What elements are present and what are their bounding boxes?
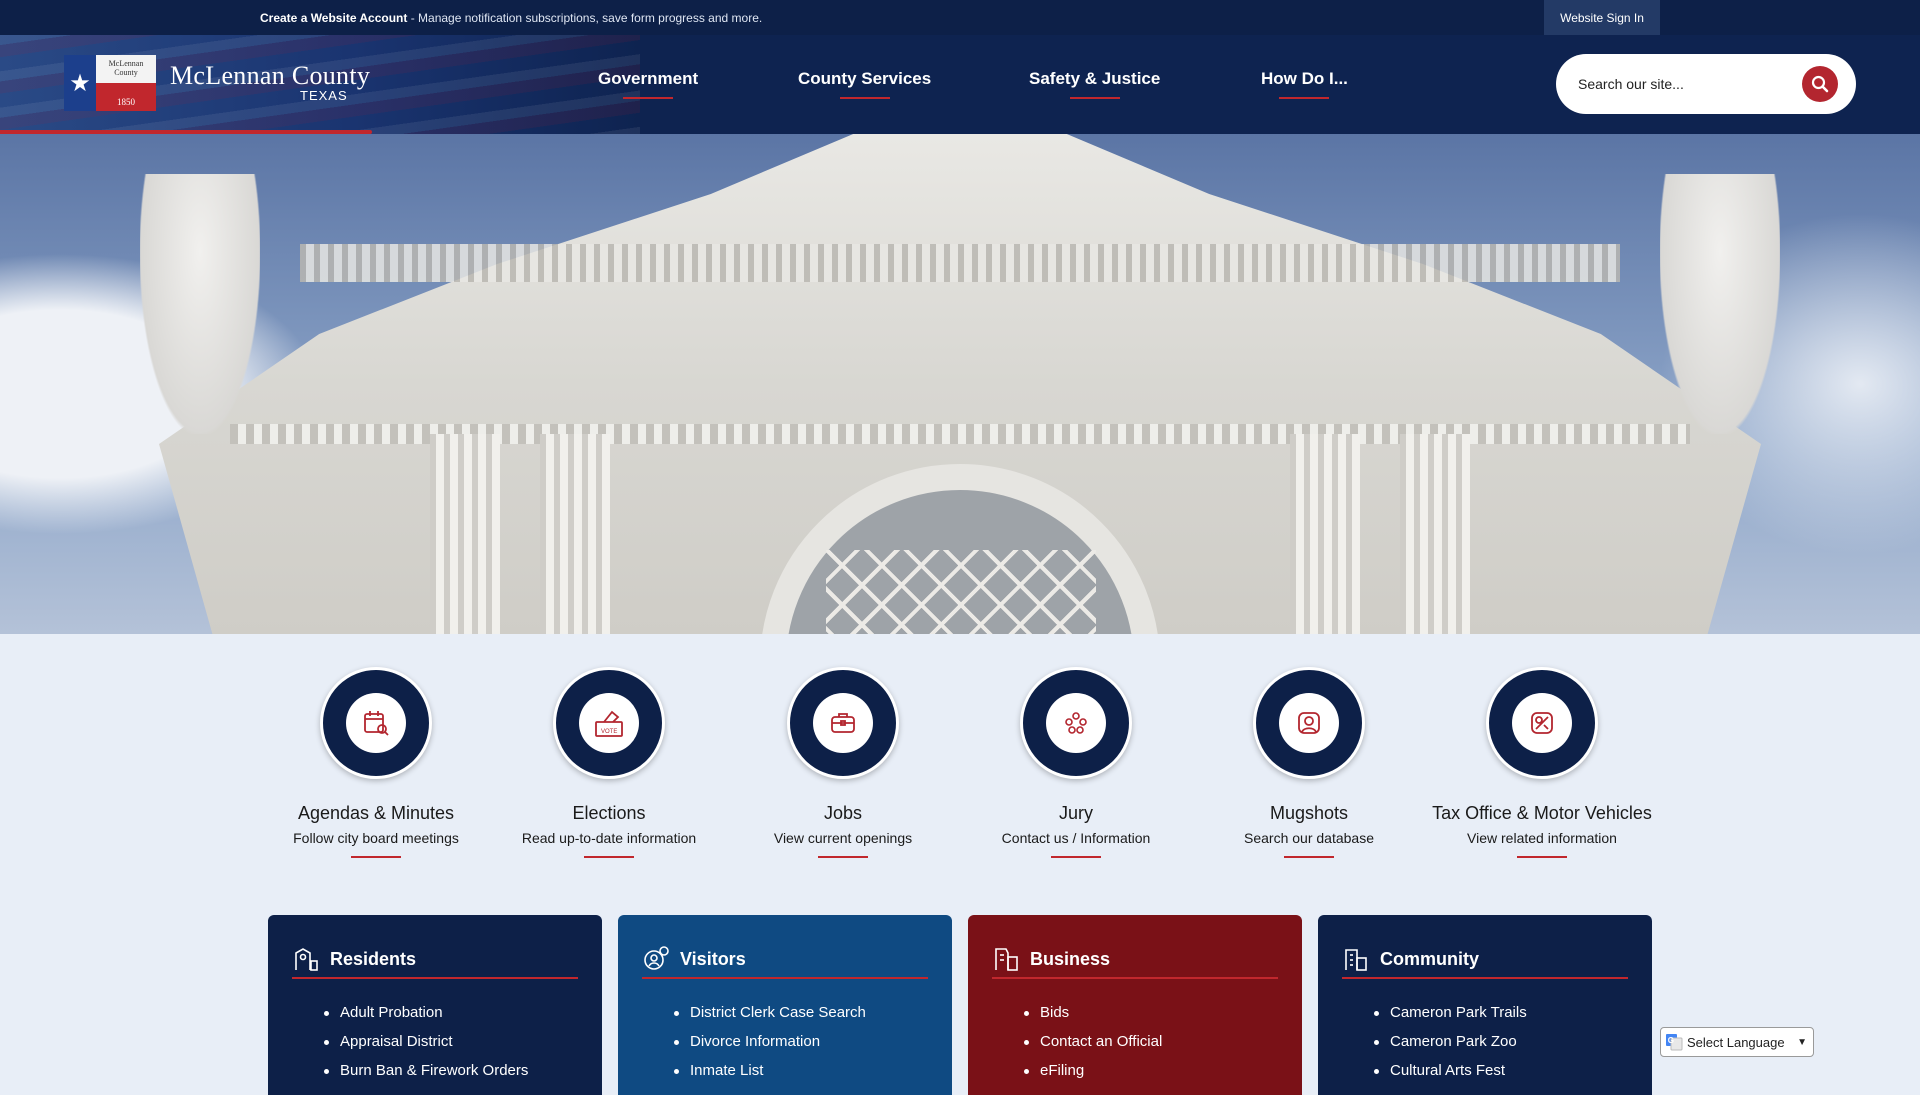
quick-link-elections[interactable]: VOTE Elections Read up-to-date informati… — [499, 667, 719, 858]
eagle-statue-left — [140, 174, 260, 434]
card-link[interactable]: Cameron Park Zoo — [1374, 1027, 1527, 1056]
quick-link-jobs[interactable]: Jobs View current openings — [733, 667, 953, 858]
quick-link-mugshots[interactable]: Mugshots Search our database — [1199, 667, 1419, 858]
site-header: ★ McLennan County 1850 McLennan County T… — [0, 35, 1920, 134]
card-visitors: Visitors District Clerk Case Search Divo… — [618, 915, 952, 1095]
site-subtitle: TEXAS — [300, 88, 348, 103]
card-links: Adult Probation Appraisal District Burn … — [323, 998, 528, 1085]
hero-image-courthouse — [0, 134, 1920, 634]
quick-link-title: Tax Office & Motor Vehicles — [1432, 803, 1652, 823]
quick-link-title: Mugshots — [1269, 803, 1349, 823]
card-link[interactable]: Adult Probation — [323, 998, 528, 1027]
chevron-down-icon: ▼ — [1797, 1037, 1807, 1048]
card-title[interactable]: Residents — [330, 949, 416, 970]
quick-link-title: Jobs — [823, 803, 863, 823]
card-title[interactable]: Community — [1380, 949, 1479, 970]
quick-link-title: Elections — [572, 803, 646, 823]
account-notice-text: - Manage notification subscriptions, sav… — [407, 11, 763, 25]
card-link[interactable]: Cultural Arts Fest — [1374, 1056, 1527, 1085]
quick-link-subtitle: Contact us / Information — [1001, 830, 1151, 846]
create-account-link[interactable]: Create a Website Account — [260, 11, 407, 25]
nav-how-do-i[interactable]: How Do I... — [1261, 69, 1348, 99]
card-business: Business Bids Contact an Official eFilin… — [968, 915, 1302, 1095]
quick-link-tax-office[interactable]: Tax Office & Motor Vehicles View related… — [1422, 667, 1662, 858]
card-link[interactable]: Contact an Official — [1023, 1027, 1162, 1056]
briefcase-icon — [831, 713, 855, 733]
eagle-statue-right — [1660, 174, 1780, 434]
card-residents: Residents Adult Probation Appraisal Dist… — [268, 915, 602, 1095]
quick-link-subtitle: View related information — [1467, 830, 1617, 846]
quick-link-subtitle: Follow city board meetings — [293, 830, 459, 846]
card-community: Community Cameron Park Trails Cameron Pa… — [1318, 915, 1652, 1095]
quick-link-jury[interactable]: Jury Contact us / Information — [966, 667, 1186, 858]
card-link[interactable]: Inmate List — [674, 1056, 866, 1085]
user-portrait-icon — [1298, 712, 1320, 734]
card-link[interactable]: eFiling — [1023, 1056, 1162, 1085]
card-link[interactable]: Cameron Park Trails — [1374, 998, 1527, 1027]
map-tag-icon — [1531, 712, 1553, 734]
website-sign-in-button[interactable]: Website Sign In — [1544, 0, 1660, 35]
google-translate-icon: G — [1666, 1034, 1683, 1051]
account-notice: Create a Website Account - Manage notifi… — [260, 11, 762, 25]
group-icon — [1065, 712, 1087, 734]
notification-bar: Create a Website Account - Manage notifi… — [0, 0, 1920, 35]
business-icon — [995, 948, 1018, 971]
card-link[interactable]: Appraisal District — [323, 1027, 528, 1056]
county-logo[interactable]: ★ McLennan County 1850 — [64, 55, 156, 111]
quick-link-subtitle: Search our database — [1244, 830, 1374, 846]
vote-box-icon: VOTE — [595, 710, 623, 737]
search-input[interactable] — [1578, 72, 1788, 96]
search-icon — [1811, 75, 1829, 93]
calendar-search-icon — [364, 711, 389, 736]
visitors-icon — [644, 946, 669, 970]
logo-seal-county: McLennan County — [96, 55, 156, 83]
language-select-label: Select Language — [1687, 1034, 1785, 1050]
nav-county-services[interactable]: County Services — [798, 69, 931, 99]
card-links: Cameron Park Trails Cameron Park Zoo Cul… — [1374, 998, 1527, 1085]
card-links: District Clerk Case Search Divorce Infor… — [674, 998, 866, 1085]
card-title[interactable]: Visitors — [680, 949, 746, 970]
svg-text:VOTE: VOTE — [601, 729, 617, 735]
quick-link-title: Jury — [1058, 803, 1093, 823]
card-link[interactable]: District Clerk Case Search — [674, 998, 866, 1027]
language-select[interactable]: G Select Language ▼ — [1660, 1027, 1814, 1057]
site-title[interactable]: McLennan County — [170, 61, 370, 91]
logo-seal-year: 1850 — [96, 83, 156, 111]
card-link[interactable]: Divorce Information — [674, 1027, 866, 1056]
site-search — [1556, 54, 1856, 114]
quick-link-subtitle: View current openings — [773, 830, 913, 846]
card-link[interactable]: Burn Ban & Firework Orders — [323, 1056, 528, 1085]
card-link[interactable]: Bids — [1023, 998, 1162, 1027]
nav-safety-justice[interactable]: Safety & Justice — [1029, 69, 1160, 99]
quick-link-subtitle: Read up-to-date information — [521, 830, 697, 846]
quick-link-agendas[interactable]: Agendas & Minutes Follow city board meet… — [266, 667, 486, 858]
quick-link-title: Agendas & Minutes — [297, 803, 455, 823]
residents-icon — [295, 948, 318, 971]
star-icon: ★ — [64, 55, 96, 111]
nav-government[interactable]: Government — [598, 69, 698, 99]
search-button[interactable] — [1802, 66, 1838, 102]
community-icon — [1345, 949, 1367, 971]
card-title[interactable]: Business — [1030, 949, 1110, 970]
card-links: Bids Contact an Official eFiling — [1023, 998, 1162, 1085]
svg-text:G: G — [1668, 1036, 1674, 1045]
